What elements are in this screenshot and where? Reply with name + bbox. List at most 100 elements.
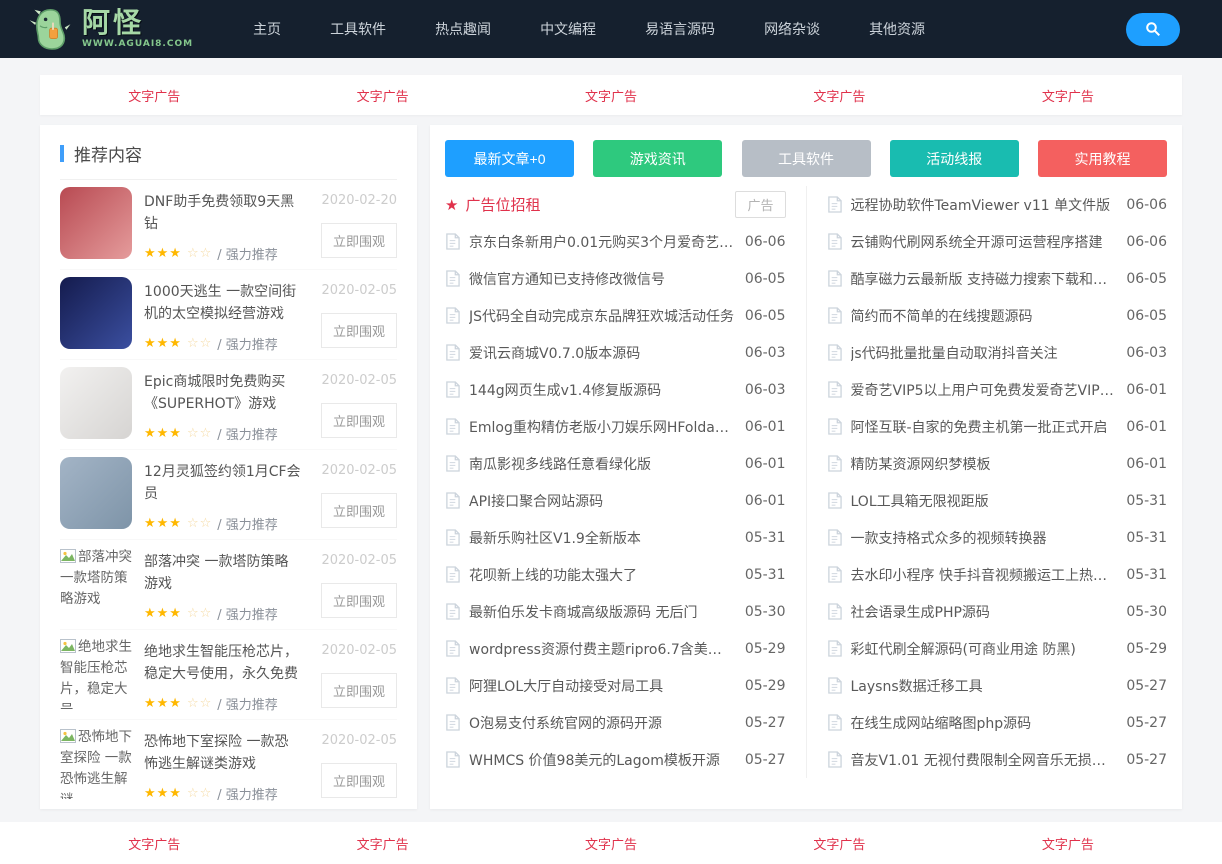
article-link[interactable]: JS代码全自动完成京东品牌狂欢城活动任务 xyxy=(469,306,735,326)
broken-thumbnail[interactable]: 绝地求生智能压枪芯片，稳定大号 xyxy=(60,637,132,709)
thumbnail[interactable] xyxy=(60,457,132,529)
view-now-button[interactable]: 立即围观 xyxy=(320,403,397,438)
site-logo[interactable]: 阿怪 WWW.AGUAI8.COM xyxy=(28,6,193,52)
nav-item[interactable]: 其他资源 xyxy=(869,19,925,39)
article-date: 06-01 xyxy=(744,492,786,509)
category-button[interactable]: 实用教程 xyxy=(1038,140,1167,177)
nav-item[interactable]: 主页 xyxy=(253,19,281,39)
nav-item[interactable]: 热点趣闻 xyxy=(435,19,491,39)
article-row: 一款支持格式众多的视频转换器 05-31 xyxy=(827,519,1167,556)
article-link[interactable]: O泡易支付系统官网的源码开源 xyxy=(469,713,735,733)
file-icon xyxy=(446,566,460,583)
view-now-button[interactable]: 立即围观 xyxy=(320,493,397,528)
article-link[interactable]: 144g网页生成v1.4修复版源码 xyxy=(469,380,735,400)
nav-item[interactable]: 网络杂谈 xyxy=(764,19,820,39)
article-link[interactable]: 简约而不简单的在线搜题源码 xyxy=(851,306,1117,326)
article-link[interactable]: 在线生成网站缩略图php源码 xyxy=(851,713,1117,733)
article-link[interactable]: 爱奇艺VIP5以上用户可免费发爱奇艺VIP红包 xyxy=(851,380,1117,400)
article-link[interactable]: 一款支持格式众多的视频转换器 xyxy=(851,528,1117,548)
file-icon xyxy=(827,603,842,620)
recommended-item-title[interactable]: 恐怖地下室探险 一款恐怖逃生解谜类游戏 xyxy=(144,734,288,772)
article-link[interactable]: LOL工具箱无限视距版 xyxy=(851,491,1117,511)
article-link[interactable]: wordpress资源付费主题ripro6.7含美化包... xyxy=(469,639,735,659)
star-empty-icons: ☆☆ xyxy=(186,516,213,531)
recommended-item: 部落冲突 一款塔防策略游戏 部落冲突 一款塔防策略游戏 ★★★ ☆☆ / 强力推荐 202… xyxy=(60,540,397,630)
view-now-button[interactable]: 立即围观 xyxy=(320,583,397,618)
view-now-button[interactable]: 立即围观 xyxy=(320,223,397,258)
text-ad-link[interactable]: 文字广告 xyxy=(954,86,1182,105)
article-link[interactable]: 云铺购代刷网系统全开源可运营程序搭建 xyxy=(851,232,1117,252)
text-ad-link[interactable]: 文字广告 xyxy=(40,86,268,105)
recommended-item-body: 绝地求生智能压枪芯片，稳定大号使用，永久免费 ★★★ ☆☆ / 强力推荐 xyxy=(144,637,301,713)
recommended-item-title[interactable]: DNF助手免费领取9天黑钻 xyxy=(144,194,294,232)
file-icon xyxy=(827,492,842,509)
recommended-sidebar: 推荐内容 DNF助手免费领取9天黑钻 ★★★ ☆☆ / 强力推荐 2020-02-20 立… xyxy=(40,125,417,809)
article-link[interactable]: 最新伯乐发卡商城高级版源码 无后门 xyxy=(469,602,735,622)
thumbnail[interactable] xyxy=(60,187,132,259)
article-link[interactable]: 彩虹代刷全解源码(可商业用途 防黑) xyxy=(851,639,1117,659)
text-ad-link[interactable]: 文字广告 xyxy=(725,86,953,105)
file-icon xyxy=(827,455,842,472)
star-empty-icons: ☆☆ xyxy=(186,786,213,801)
nav-item[interactable]: 易语言源码 xyxy=(645,19,715,39)
recommended-item-title[interactable]: Epic商城限时免费购买《SUPERHOT》游戏 xyxy=(144,374,285,412)
article-date: 06-01 xyxy=(744,418,786,435)
article-date: 06-05 xyxy=(1126,270,1167,287)
recommended-item-title[interactable]: 部落冲突 一款塔防策略游戏 xyxy=(144,554,288,592)
recommended-item-body: DNF助手免费领取9天黑钻 ★★★ ☆☆ / 强力推荐 xyxy=(144,187,301,263)
article-link[interactable]: 音友V1.01 无视付费限制全网音乐无损免费... xyxy=(851,750,1117,770)
article-link[interactable]: 精防某资源网织梦模板 xyxy=(851,454,1117,474)
category-button[interactable]: 工具软件 xyxy=(741,140,871,177)
nav-item[interactable]: 中文编程 xyxy=(540,19,596,39)
view-now-button[interactable]: 立即围观 xyxy=(320,763,397,798)
rating-text: / 强力推荐 xyxy=(217,338,278,353)
text-ad-link[interactable]: 文字广告 xyxy=(40,834,268,853)
article-link[interactable]: Laysns数据迁移工具 xyxy=(851,676,1117,696)
text-ad-link[interactable]: 文字广告 xyxy=(268,86,496,105)
article-link[interactable]: 酷享磁力云最新版 支持磁力搜索下载和一... xyxy=(851,269,1117,289)
article-date: 06-03 xyxy=(744,344,786,361)
article-link[interactable]: 爱讯云商城V0.7.0版本源码 xyxy=(469,343,735,363)
nav-item[interactable]: 工具软件 xyxy=(330,19,386,39)
thumbnail[interactable] xyxy=(60,277,132,349)
category-button[interactable]: 游戏资讯 xyxy=(593,140,723,177)
file-icon xyxy=(446,640,460,657)
file-icon xyxy=(446,344,460,361)
article-link[interactable]: 微信官方通知已支持修改微信号 xyxy=(469,269,735,289)
recommended-item-title[interactable]: 12月灵狐签约领1月CF会员 xyxy=(144,464,301,502)
ad-slot-link[interactable]: 广告位招租 xyxy=(465,194,735,215)
text-ad-link[interactable]: 文字广告 xyxy=(268,834,496,853)
article-link[interactable]: js代码批量批量自动取消抖音关注 xyxy=(851,343,1117,363)
article-link[interactable]: 远程协助软件TeamViewer v11 单文件版 xyxy=(851,195,1117,215)
article-link[interactable]: API接口聚合网站源码 xyxy=(469,491,735,511)
article-link[interactable]: WHMCS 价值98美元的Lagom模板开源 xyxy=(469,750,735,770)
category-buttons: 最新文章+0 游戏资讯 工具软件 活动线报 实用教程 xyxy=(445,140,1167,177)
article-date: 05-30 xyxy=(744,603,786,620)
article-link[interactable]: 最新乐购社区V1.9全新版本 xyxy=(469,528,735,548)
broken-thumbnail[interactable]: 恐怖地下室探险 一款恐怖逃生解谜 xyxy=(60,727,132,799)
text-ad-link[interactable]: 文字广告 xyxy=(725,834,953,853)
view-now-button[interactable]: 立即围观 xyxy=(320,313,397,348)
article-link[interactable]: 南瓜影视多线路任意看绿化版 xyxy=(469,454,735,474)
article-link[interactable]: Emlog重构精仿老版小刀娱乐网HFoldao模... xyxy=(469,417,735,437)
category-button[interactable]: 最新文章+0 xyxy=(445,140,574,177)
text-ad-link[interactable]: 文字广告 xyxy=(497,834,725,853)
article-link[interactable]: 阿狸LOL大厅自动接受对局工具 xyxy=(469,676,735,696)
article-row: 最新乐购社区V1.9全新版本 05-31 xyxy=(445,519,786,556)
recommended-item-title[interactable]: 绝地求生智能压枪芯片，稳定大号使用，永久免费 xyxy=(144,644,298,682)
article-link[interactable]: 京东白条新用户0.01元购买3个月爱奇艺黄... xyxy=(469,232,735,252)
article-link[interactable]: 去水印小程序 快手抖音视频搬运工上热门... xyxy=(851,565,1117,585)
article-link[interactable]: 阿怪互联-自家的免费主机第一批正式开启 xyxy=(851,417,1117,437)
recommended-item-title[interactable]: 1000天逃生 一款空间街机的太空模拟经营游戏 xyxy=(144,284,296,322)
rating: ★★★ ☆☆ / 强力推荐 xyxy=(144,784,301,803)
article-date: 05-31 xyxy=(744,566,786,583)
article-link[interactable]: 社会语录生成PHP源码 xyxy=(851,602,1117,622)
thumbnail[interactable] xyxy=(60,367,132,439)
text-ad-link[interactable]: 文字广告 xyxy=(954,834,1182,853)
article-link[interactable]: 花呗新上线的功能太强大了 xyxy=(469,565,735,585)
broken-thumbnail[interactable]: 部落冲突 一款塔防策略游戏 xyxy=(60,547,132,619)
text-ad-link[interactable]: 文字广告 xyxy=(497,86,725,105)
search-button[interactable] xyxy=(1126,12,1180,46)
view-now-button[interactable]: 立即围观 xyxy=(320,673,397,708)
category-button[interactable]: 活动线报 xyxy=(889,140,1019,177)
